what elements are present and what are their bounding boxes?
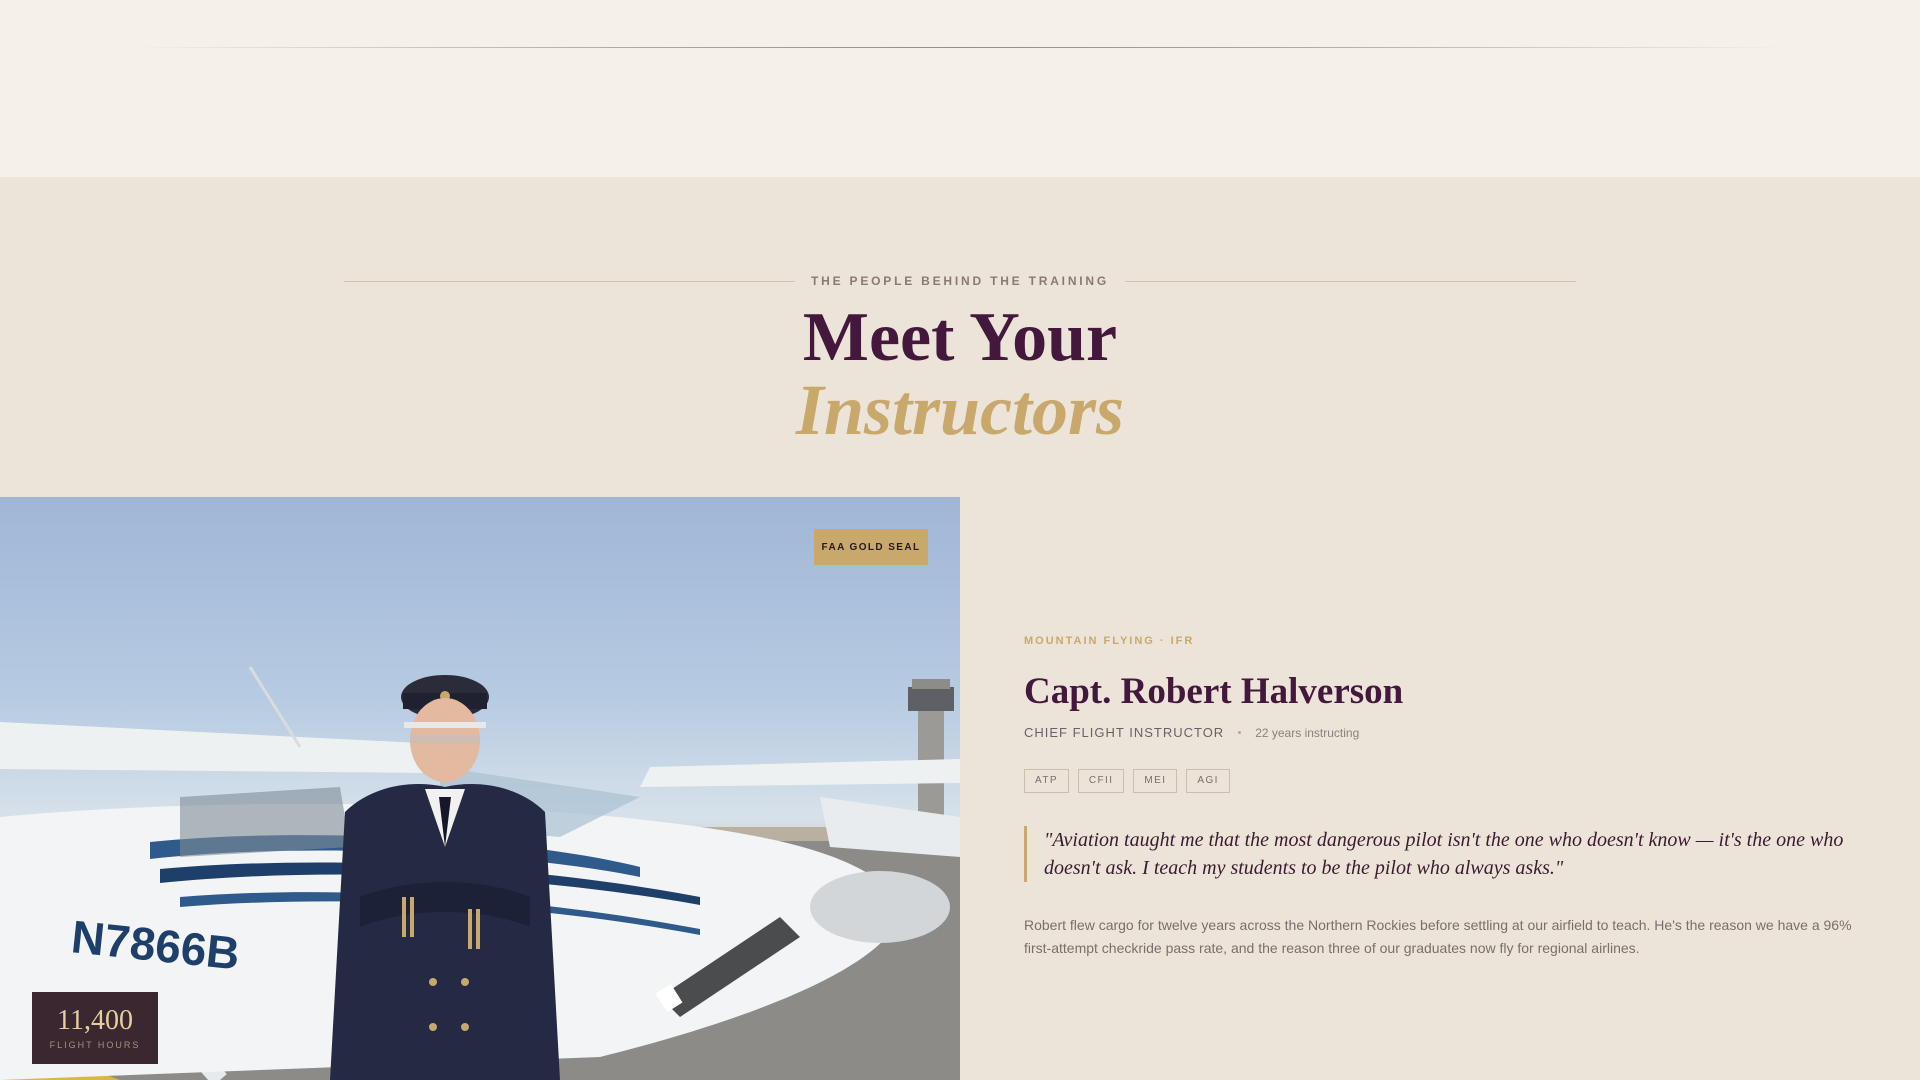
instructor-bio: Robert flew cargo for twelve years acros… [1024, 917, 1852, 956]
instructor-years: 22 years instructing [1255, 725, 1360, 740]
gold-seal-badge: FAA GOLD SEAL [814, 529, 928, 565]
top-band [0, 0, 1920, 177]
flight-hours-value: 11,400 [57, 1005, 133, 1036]
cert-tag-atp: ATP [1024, 769, 1069, 793]
instructor-quote: "Aviation taught me that the most danger… [1024, 826, 1856, 882]
top-divider [130, 47, 1790, 48]
eyebrow-line-right [1125, 280, 1577, 282]
section-title-line1: Meet Your [802, 299, 1118, 376]
cert-tag-mei: MEI [1133, 769, 1178, 793]
section-title: Meet Your Instructors [660, 299, 1260, 450]
flight-hours-label: FLIGHT HOURS [49, 1040, 141, 1050]
section-title-line2: Instructors [795, 370, 1125, 450]
instructor-name: Capt. Robert Halverson [1024, 671, 1404, 712]
eyebrow-line-left [344, 280, 795, 282]
instructor-role: CHIEF FLIGHT INSTRUCTOR [1024, 725, 1225, 740]
meta-separator-dot [1238, 731, 1242, 734]
certification-tags: ATP CFII MEI AGI [1024, 769, 1230, 793]
cert-tag-agi: AGI [1186, 769, 1230, 793]
instructor-meta: CHIEF FLIGHT INSTRUCTOR 22 years instruc… [1024, 725, 1359, 740]
section-eyebrow-row: THE PEOPLE BEHIND THE TRAINING [344, 272, 1577, 290]
instructor-specialty: MOUNTAIN FLYING · IFR [1024, 635, 1195, 647]
cert-tag-cfii: CFII [1077, 769, 1125, 793]
flight-hours-stat: 11,400 FLIGHT HOURS [32, 992, 158, 1064]
section-eyebrow: THE PEOPLE BEHIND THE TRAINING [811, 274, 1110, 288]
